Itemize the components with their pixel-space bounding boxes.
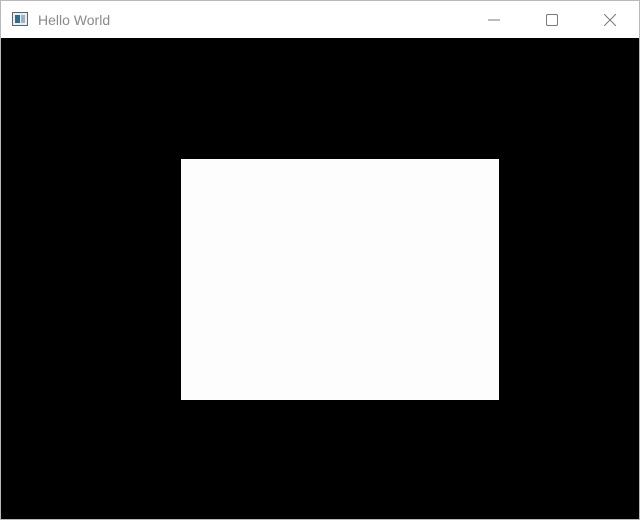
app-icon-pane-left [15,15,20,23]
title-bar[interactable]: Hello World [1,1,639,38]
app-icon-pane-right [21,15,25,23]
maximize-icon [546,14,558,26]
app-window: Hello World [0,0,640,520]
close-button[interactable] [587,1,633,38]
app-window-icon[interactable] [12,12,28,26]
maximize-button[interactable] [529,1,575,38]
minimize-button[interactable] [471,1,517,38]
white-rectangle [181,159,499,400]
close-icon [604,14,616,26]
minimize-icon [488,19,500,21]
render-canvas [1,38,639,519]
window-title: Hello World [38,12,111,28]
